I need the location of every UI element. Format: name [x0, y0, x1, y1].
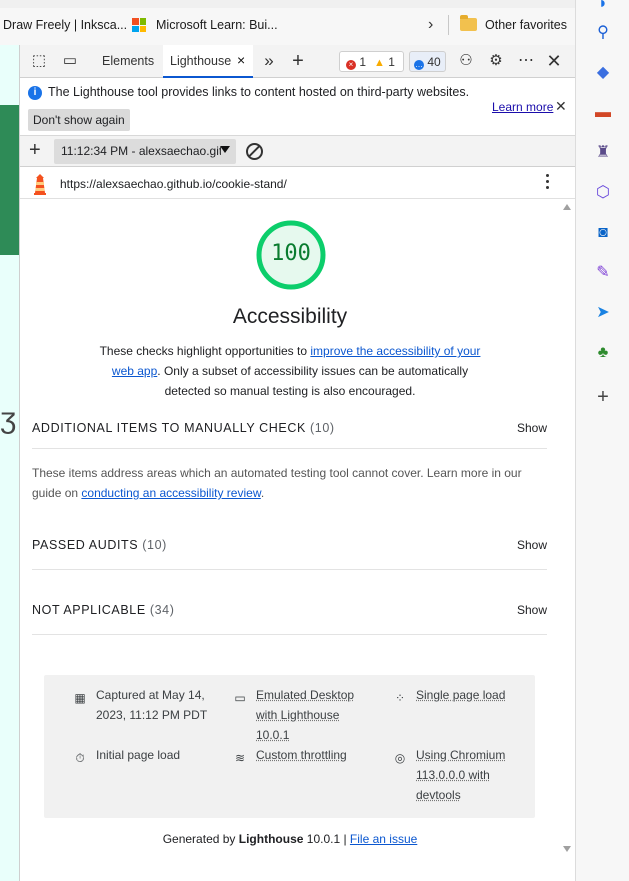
desktop-device-icon: ▭ — [234, 691, 246, 705]
outlook-icon[interactable]: ◙ — [593, 223, 613, 243]
group-passed-audits[interactable]: PASSED AUDITS (10) Show — [32, 528, 547, 570]
warning-icon: ▲ — [374, 57, 385, 69]
favorite-microsoft-learn[interactable]: Microsoft Learn: Bui... — [156, 18, 278, 32]
info-icon: i — [28, 86, 42, 100]
group-count: (10) — [142, 538, 167, 552]
close-devtools-icon[interactable]: ✕ — [545, 52, 563, 70]
more-tabs-icon[interactable]: » — [260, 52, 278, 69]
report-menu-icon[interactable] — [546, 174, 550, 192]
microsoft-logo-icon — [132, 18, 146, 32]
group-title: PASSED AUDITS — [32, 538, 139, 552]
report-selector-value: 11:12:34 PM - alexsaechao.github.io — [61, 144, 221, 158]
group-count: (10) — [310, 421, 335, 435]
folder-icon — [460, 15, 477, 31]
issues-counter[interactable]: × 1 ▲ 1 — [339, 51, 404, 72]
lighthouse-brand: Lighthouse — [238, 832, 304, 846]
chevron-right-icon[interactable]: › — [428, 16, 433, 34]
games-icon[interactable]: ♜ — [593, 143, 613, 163]
dont-show-again-button[interactable]: Don't show again — [28, 109, 130, 131]
devtools-tab-bar: ⬚ ▭ Elements Lighthouse × » + × 1 ▲ 1 … … — [20, 45, 575, 78]
score-gauge: 100 — [255, 219, 327, 291]
report-url: https://alexsaechao.github.io/cookie-sta… — [60, 177, 287, 191]
tab-lighthouse-label: Lighthouse — [170, 54, 232, 68]
lighthouse-logo-icon — [34, 174, 46, 195]
file-issue-link[interactable]: File an issue — [350, 832, 417, 846]
category-title: Accessibility — [232, 305, 348, 328]
show-button[interactable]: Show — [517, 603, 547, 617]
other-favorites[interactable]: Other favorites — [485, 18, 567, 32]
settings-gear-icon[interactable]: ⚙ — [487, 53, 505, 69]
group-title: NOT APPLICABLE — [32, 603, 146, 617]
device-toolbar-icon[interactable]: ▭ — [61, 53, 79, 69]
close-icon[interactable]: ✕ — [555, 98, 567, 115]
chromium-icon: ◎ — [394, 751, 406, 765]
error-count-badge: × 1 — [346, 55, 366, 70]
message-icon: … — [414, 60, 424, 70]
page-header-block — [0, 105, 19, 255]
designer-icon[interactable]: ✎ — [593, 263, 613, 283]
calendar-icon: ▦ — [74, 691, 86, 705]
tree-icon[interactable]: ♣ — [593, 343, 613, 363]
browser-top-edge — [0, 0, 575, 8]
tag-icon[interactable]: ◆ — [593, 63, 613, 83]
microsoft365-icon[interactable]: ⬡ — [593, 183, 613, 203]
group-manual-check[interactable]: ADDITIONAL ITEMS TO MANUALLY CHECK (10) … — [32, 411, 547, 449]
runtime-settings: ▦ Captured at May 14, 2023, 11:12 PM PDT… — [44, 675, 535, 818]
scrollbar[interactable] — [560, 199, 575, 881]
group-count: (34) — [149, 603, 175, 617]
browser-version: Using Chromium 113.0.0.0 with devtools — [416, 748, 506, 802]
initial-page-load: Initial page load — [96, 748, 181, 762]
copilot-icon[interactable]: ◗ — [593, 0, 613, 14]
warning-count-badge: ▲ 1 — [374, 55, 395, 69]
lighthouse-report: 100 Accessibility These checks highlight… — [20, 199, 560, 881]
scroll-up-arrow-icon[interactable] — [563, 204, 571, 210]
throttling-icon: ≋ — [234, 751, 246, 765]
scroll-down-arrow-icon[interactable] — [563, 846, 571, 852]
divider — [448, 15, 449, 35]
single-load-icon: ⁘ — [394, 691, 406, 705]
tab-lighthouse[interactable]: Lighthouse × — [163, 45, 253, 78]
group-title: ADDITIONAL ITEMS TO MANUALLY CHECK — [32, 421, 306, 435]
add-tab-icon[interactable]: + — [289, 51, 307, 71]
group-not-applicable[interactable]: NOT APPLICABLE (34) Show — [32, 593, 547, 635]
score-value: 100 — [271, 241, 311, 266]
browser-sidebar: ◗ ⚲ ◆ ▬ ♜ ⬡ ◙ ✎ ➤ ♣ + — [575, 0, 629, 881]
report-footer: Generated by Lighthouse 10.0.1 | File an… — [162, 832, 418, 846]
new-report-icon[interactable]: + — [29, 139, 41, 161]
info-count-badge[interactable]: … 40 — [409, 51, 446, 72]
accessibility-review-link[interactable]: conducting an accessibility review — [81, 486, 260, 500]
favorites-bar: Draw Freely | Inksca... Microsoft Learn:… — [0, 0, 575, 45]
show-button[interactable]: Show — [517, 421, 547, 435]
tab-elements[interactable]: Elements — [102, 54, 154, 68]
lighthouse-toolbar: + 11:12:34 PM - alexsaechao.github.io — [20, 136, 575, 167]
captured-at: Captured at May 14, 2023, 11:12 PM PDT — [96, 688, 208, 722]
error-icon: × — [346, 60, 356, 70]
custom-throttling: Custom throttling — [256, 748, 347, 762]
dropdown-caret-icon — [220, 146, 230, 153]
info-bar-text: The Lighthouse tool provides links to co… — [48, 85, 470, 99]
briefcase-icon[interactable]: ▬ — [593, 103, 613, 123]
page-decoration: ʒ — [0, 402, 17, 435]
close-tab-icon[interactable]: × — [237, 52, 245, 68]
timer-icon: ⏱ — [75, 751, 85, 765]
more-options-icon[interactable]: ⋯ — [517, 53, 535, 69]
search-icon[interactable]: ⚲ — [593, 23, 613, 43]
info-bar: i The Lighthouse tool provides links to … — [20, 78, 575, 136]
learn-more-link[interactable]: Learn more — [492, 100, 553, 114]
emulated-device: Emulated Desktop with Lighthouse 10.0.1 — [256, 688, 355, 742]
add-icon[interactable]: + — [593, 387, 613, 407]
page-viewport: ʒ — [0, 45, 20, 881]
show-button[interactable]: Show — [517, 538, 547, 552]
report-url-bar: https://alexsaechao.github.io/cookie-sta… — [20, 168, 575, 199]
send-icon[interactable]: ➤ — [593, 303, 613, 323]
clear-reports-icon[interactable] — [246, 143, 263, 160]
manual-check-description: These items address areas which an autom… — [32, 466, 522, 500]
category-description: These checks highlight opportunities to … — [99, 344, 481, 398]
inspect-element-icon[interactable]: ⬚ — [30, 53, 48, 69]
report-selector[interactable]: 11:12:34 PM - alexsaechao.github.io — [54, 139, 236, 164]
single-page-load: Single page load — [416, 688, 506, 702]
network-conditions-icon[interactable]: ⚇ — [457, 53, 475, 69]
favorite-inkscape[interactable]: Draw Freely | Inksca... — [3, 18, 127, 32]
